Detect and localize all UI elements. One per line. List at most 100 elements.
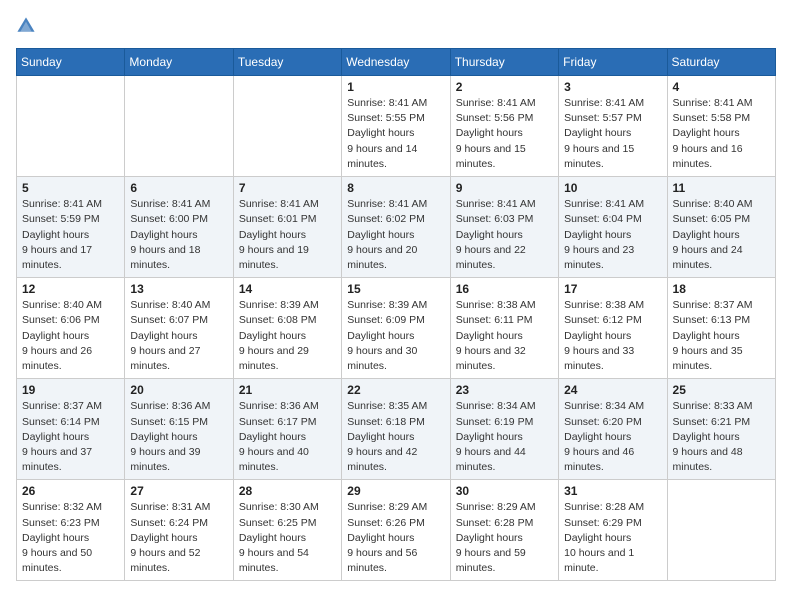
calendar-week-row: 12 Sunrise: 8:40 AMSunset: 6:06 PMDayligh… xyxy=(17,278,776,379)
calendar-cell: 22Sunrise: 8:35 AMSunset: 6:18 PMDayligh… xyxy=(342,379,450,480)
calendar-cell: 2Sunrise: 8:41 AMSunset: 5:56 PMDaylight… xyxy=(450,76,558,177)
calendar-table: SundayMondayTuesdayWednesdayThursdayFrid… xyxy=(16,48,776,581)
weekday-header: Wednesday xyxy=(342,49,450,76)
calendar-cell: 5 Sunrise: 8:41 AMSunset: 5:59 PMDaylight… xyxy=(17,177,125,278)
weekday-header: Monday xyxy=(125,49,233,76)
day-info: Sunrise: 8:38 AMSunset: 6:11 PMDaylight … xyxy=(456,298,553,374)
calendar-cell: 6 Sunrise: 8:41 AMSunset: 6:00 PMDaylight… xyxy=(125,177,233,278)
day-number: 11 xyxy=(673,181,770,195)
calendar-cell: 15 Sunrise: 8:39 AMSunset: 6:09 PMDayligh… xyxy=(342,278,450,379)
day-info: Sunrise: 8:40 AMSunset: 6:06 PMDaylight … xyxy=(22,298,119,374)
day-number: 18 xyxy=(673,282,770,296)
day-number: 10 xyxy=(564,181,661,195)
calendar-cell: 7Sunrise: 8:41 AMSunset: 6:01 PMDaylight… xyxy=(233,177,341,278)
day-info: Sunrise: 8:41 AMSunset: 6:01 PMDaylight … xyxy=(239,197,336,273)
calendar-cell: 25 Sunrise: 8:33 AMSunset: 6:21 PMDayligh… xyxy=(667,379,775,480)
day-info: Sunrise: 8:29 AMSunset: 6:26 PMDaylight … xyxy=(347,500,444,576)
day-number: 17 xyxy=(564,282,661,296)
calendar-cell xyxy=(125,76,233,177)
calendar-cell: 29 Sunrise: 8:29 AMSunset: 6:26 PMDayligh… xyxy=(342,480,450,581)
day-number: 15 xyxy=(347,282,444,296)
day-number: 6 xyxy=(130,181,227,195)
day-number: 28 xyxy=(239,484,336,498)
day-info: Sunrise: 8:39 AMSunset: 6:08 PMDaylight … xyxy=(239,298,336,374)
weekday-header: Sunday xyxy=(17,49,125,76)
calendar-cell: 28 Sunrise: 8:30 AMSunset: 6:25 PMDayligh… xyxy=(233,480,341,581)
day-number: 12 xyxy=(22,282,119,296)
day-number: 1 xyxy=(347,80,444,94)
day-info: Sunrise: 8:41 AMSunset: 5:58 PMDaylight … xyxy=(673,96,770,172)
calendar-cell: 27 Sunrise: 8:31 AMSunset: 6:24 PMDayligh… xyxy=(125,480,233,581)
day-number: 25 xyxy=(673,383,770,397)
calendar-cell: 4 Sunrise: 8:41 AMSunset: 5:58 PMDaylight… xyxy=(667,76,775,177)
day-info: Sunrise: 8:41 AMSunset: 5:55 PMDaylight … xyxy=(347,96,444,172)
calendar-cell: 14 Sunrise: 8:39 AMSunset: 6:08 PMDayligh… xyxy=(233,278,341,379)
day-info: Sunrise: 8:41 AMSunset: 6:00 PMDaylight … xyxy=(130,197,227,273)
day-info: Sunrise: 8:33 AMSunset: 6:21 PMDaylight … xyxy=(673,399,770,475)
day-info: Sunrise: 8:31 AMSunset: 6:24 PMDaylight … xyxy=(130,500,227,576)
day-number: 3 xyxy=(564,80,661,94)
day-number: 14 xyxy=(239,282,336,296)
calendar-cell: 13 Sunrise: 8:40 AMSunset: 6:07 PMDayligh… xyxy=(125,278,233,379)
day-info: Sunrise: 8:36 AMSunset: 6:15 PMDaylight … xyxy=(130,399,227,475)
day-info: Sunrise: 8:38 AMSunset: 6:12 PMDaylight … xyxy=(564,298,661,374)
day-info: Sunrise: 8:41 AMSunset: 5:59 PMDaylight … xyxy=(22,197,119,273)
day-info: Sunrise: 8:40 AMSunset: 6:05 PMDaylight … xyxy=(673,197,770,273)
weekday-header: Friday xyxy=(559,49,667,76)
weekday-header: Thursday xyxy=(450,49,558,76)
calendar-cell: 9 Sunrise: 8:41 AMSunset: 6:03 PMDaylight… xyxy=(450,177,558,278)
calendar-cell: 21Sunrise: 8:36 AMSunset: 6:17 PMDayligh… xyxy=(233,379,341,480)
calendar-cell: 19 Sunrise: 8:37 AMSunset: 6:14 PMDayligh… xyxy=(17,379,125,480)
calendar-week-row: 19 Sunrise: 8:37 AMSunset: 6:14 PMDayligh… xyxy=(17,379,776,480)
day-number: 24 xyxy=(564,383,661,397)
calendar-cell: 16Sunrise: 8:38 AMSunset: 6:11 PMDayligh… xyxy=(450,278,558,379)
day-info: Sunrise: 8:34 AMSunset: 6:19 PMDaylight … xyxy=(456,399,553,475)
day-info: Sunrise: 8:37 AMSunset: 6:14 PMDaylight … xyxy=(22,399,119,475)
calendar-cell: 1 Sunrise: 8:41 AMSunset: 5:55 PMDaylight… xyxy=(342,76,450,177)
day-number: 2 xyxy=(456,80,553,94)
day-info: Sunrise: 8:32 AMSunset: 6:23 PMDaylight … xyxy=(22,500,119,576)
day-info: Sunrise: 8:41 AMSunset: 6:03 PMDaylight … xyxy=(456,197,553,273)
day-info: Sunrise: 8:39 AMSunset: 6:09 PMDaylight … xyxy=(347,298,444,374)
day-info: Sunrise: 8:29 AMSunset: 6:28 PMDaylight … xyxy=(456,500,553,576)
day-number: 20 xyxy=(130,383,227,397)
day-number: 5 xyxy=(22,181,119,195)
calendar-cell: 23 Sunrise: 8:34 AMSunset: 6:19 PMDayligh… xyxy=(450,379,558,480)
logo xyxy=(16,16,40,36)
day-number: 27 xyxy=(130,484,227,498)
day-number: 9 xyxy=(456,181,553,195)
day-number: 19 xyxy=(22,383,119,397)
day-number: 8 xyxy=(347,181,444,195)
day-number: 23 xyxy=(456,383,553,397)
calendar-cell: 10 Sunrise: 8:41 AMSunset: 6:04 PMDayligh… xyxy=(559,177,667,278)
calendar-cell: 24 Sunrise: 8:34 AMSunset: 6:20 PMDayligh… xyxy=(559,379,667,480)
calendar-header: SundayMondayTuesdayWednesdayThursdayFrid… xyxy=(17,49,776,76)
day-number: 13 xyxy=(130,282,227,296)
day-info: Sunrise: 8:41 AMSunset: 6:04 PMDaylight … xyxy=(564,197,661,273)
calendar-cell: 3 Sunrise: 8:41 AMSunset: 5:57 PMDaylight… xyxy=(559,76,667,177)
day-number: 31 xyxy=(564,484,661,498)
logo-icon xyxy=(16,16,36,36)
day-info: Sunrise: 8:34 AMSunset: 6:20 PMDaylight … xyxy=(564,399,661,475)
calendar-cell xyxy=(17,76,125,177)
day-info: Sunrise: 8:28 AMSunset: 6:29 PMDaylight … xyxy=(564,500,661,576)
calendar-week-row: 26Sunrise: 8:32 AMSunset: 6:23 PMDayligh… xyxy=(17,480,776,581)
day-info: Sunrise: 8:40 AMSunset: 6:07 PMDaylight … xyxy=(130,298,227,374)
day-info: Sunrise: 8:41 AMSunset: 5:57 PMDaylight … xyxy=(564,96,661,172)
day-info: Sunrise: 8:30 AMSunset: 6:25 PMDaylight … xyxy=(239,500,336,576)
calendar-cell: 31 Sunrise: 8:28 AMSunset: 6:29 PMDayligh… xyxy=(559,480,667,581)
day-info: Sunrise: 8:37 AMSunset: 6:13 PMDaylight … xyxy=(673,298,770,374)
weekday-header-row: SundayMondayTuesdayWednesdayThursdayFrid… xyxy=(17,49,776,76)
calendar-cell: 8Sunrise: 8:41 AMSunset: 6:02 PMDaylight… xyxy=(342,177,450,278)
calendar-cell: 18 Sunrise: 8:37 AMSunset: 6:13 PMDayligh… xyxy=(667,278,775,379)
day-number: 29 xyxy=(347,484,444,498)
calendar-body: 1 Sunrise: 8:41 AMSunset: 5:55 PMDaylight… xyxy=(17,76,776,581)
day-number: 30 xyxy=(456,484,553,498)
weekday-header: Tuesday xyxy=(233,49,341,76)
day-number: 4 xyxy=(673,80,770,94)
weekday-header: Saturday xyxy=(667,49,775,76)
calendar-week-row: 1 Sunrise: 8:41 AMSunset: 5:55 PMDaylight… xyxy=(17,76,776,177)
day-number: 22 xyxy=(347,383,444,397)
day-info: Sunrise: 8:36 AMSunset: 6:17 PMDaylight … xyxy=(239,399,336,475)
calendar-cell: 30 Sunrise: 8:29 AMSunset: 6:28 PMDayligh… xyxy=(450,480,558,581)
